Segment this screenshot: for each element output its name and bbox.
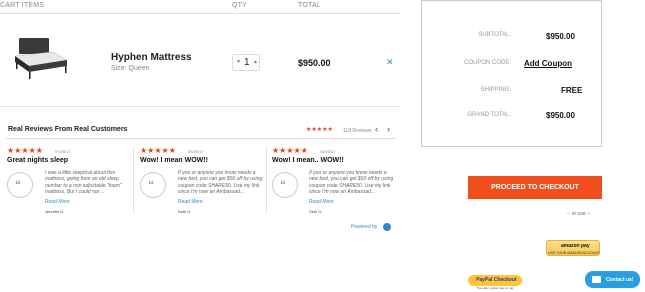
shipping-label: SHIPPING: [480,87,511,93]
paypal-subtext: The safer, easier way to pay [476,286,514,290]
review-stars: ★★★★★ [7,146,43,155]
mail-icon [592,276,601,283]
order-summary [421,0,602,147]
cart-items-header: CART ITEMS [0,2,45,9]
chevron-right-icon[interactable]: › [387,124,390,134]
shipping-value: FREE [561,86,583,95]
paypal-checkout-button[interactable]: PayPal Checkout [468,275,522,286]
read-more-link[interactable]: Read More [45,199,70,205]
contact-label: Contact us! [606,277,634,283]
chevron-left-icon[interactable]: ‹ [375,124,378,134]
or-use-label: -- or use -- [567,211,591,217]
review-date: 06/30/17 [188,149,204,154]
review-body: If you or anyone you know needs a new be… [178,170,263,195]
review-divider [266,146,267,214]
product-name[interactable]: Hyphen Mattress [111,52,192,63]
review-stars: ★★★★★ [272,146,308,155]
qty-header: QTY [232,2,247,9]
reviews-title: Real Reviews From Real Customers [8,126,128,133]
review-date: 07/28/17 [55,149,71,154]
review-body: If you or anyone you know needs a new be… [309,170,394,195]
header-divider [0,13,400,14]
review-divider [133,146,134,214]
review-author: Seth D. [309,209,323,214]
review-headline: Great nights sleep [7,157,69,164]
amazon-pay-subtext: USE YOUR AMAZON ACCOUNT [547,251,601,255]
quantity-stepper[interactable]: ▼ 1 ▲ [232,54,260,71]
subtotal-value: $950.00 [546,32,575,41]
reviews-divider [6,138,396,139]
grand-total-label: GRAND TOTAL: [467,112,511,118]
contact-us-button[interactable]: Contact us! [585,271,640,288]
decrease-qty-icon[interactable]: ▼ [236,59,241,65]
amazon-pay-label: amazon pay [561,243,590,249]
quote-icon: “ [272,172,298,198]
review-headline: Wow! I mean WOW!! [140,157,208,164]
review-date: 06/30/17 [320,149,336,154]
review-body: I was a little skeptical about this matt… [45,170,122,195]
line-total: $950.00 [298,58,331,68]
overall-rating-stars: ★★★★★ [306,127,333,133]
total-header: TOTAL [298,2,321,9]
row-divider [0,106,400,107]
close-icon[interactable]: ✕ [386,57,394,68]
bed-product-image [14,38,68,79]
proceed-to-checkout-button[interactable]: PROCEED TO CHECKOUT [468,176,602,199]
increase-qty-icon[interactable]: ▲ [253,59,258,65]
add-coupon-link[interactable]: Add Coupon [524,59,572,68]
read-more-link[interactable]: Read More [309,199,334,205]
subtotal-label: SUBTOTAL: [478,32,511,38]
grand-total-value: $950.00 [546,111,575,120]
paypal-label: PayPal Checkout [476,277,517,283]
review-count[interactable]: 118 Reviews [343,128,371,134]
review-author: Seth D. [178,209,192,214]
review-headline: Wow! I mean.. WOW!! [272,157,344,164]
quote-icon: “ [140,172,166,198]
quote-icon: “ [7,172,33,198]
powered-by-label: Powered by [351,224,378,230]
reviews-provider-icon[interactable] [383,223,391,231]
review-stars: ★★★★★ [140,146,176,155]
review-author: Jennifer D. [45,209,65,214]
product-size: Size: Queen [111,65,150,72]
quantity-value[interactable]: 1 [244,57,250,68]
coupon-label: COUPON CODE: [463,60,511,66]
read-more-link[interactable]: Read More [178,199,203,205]
